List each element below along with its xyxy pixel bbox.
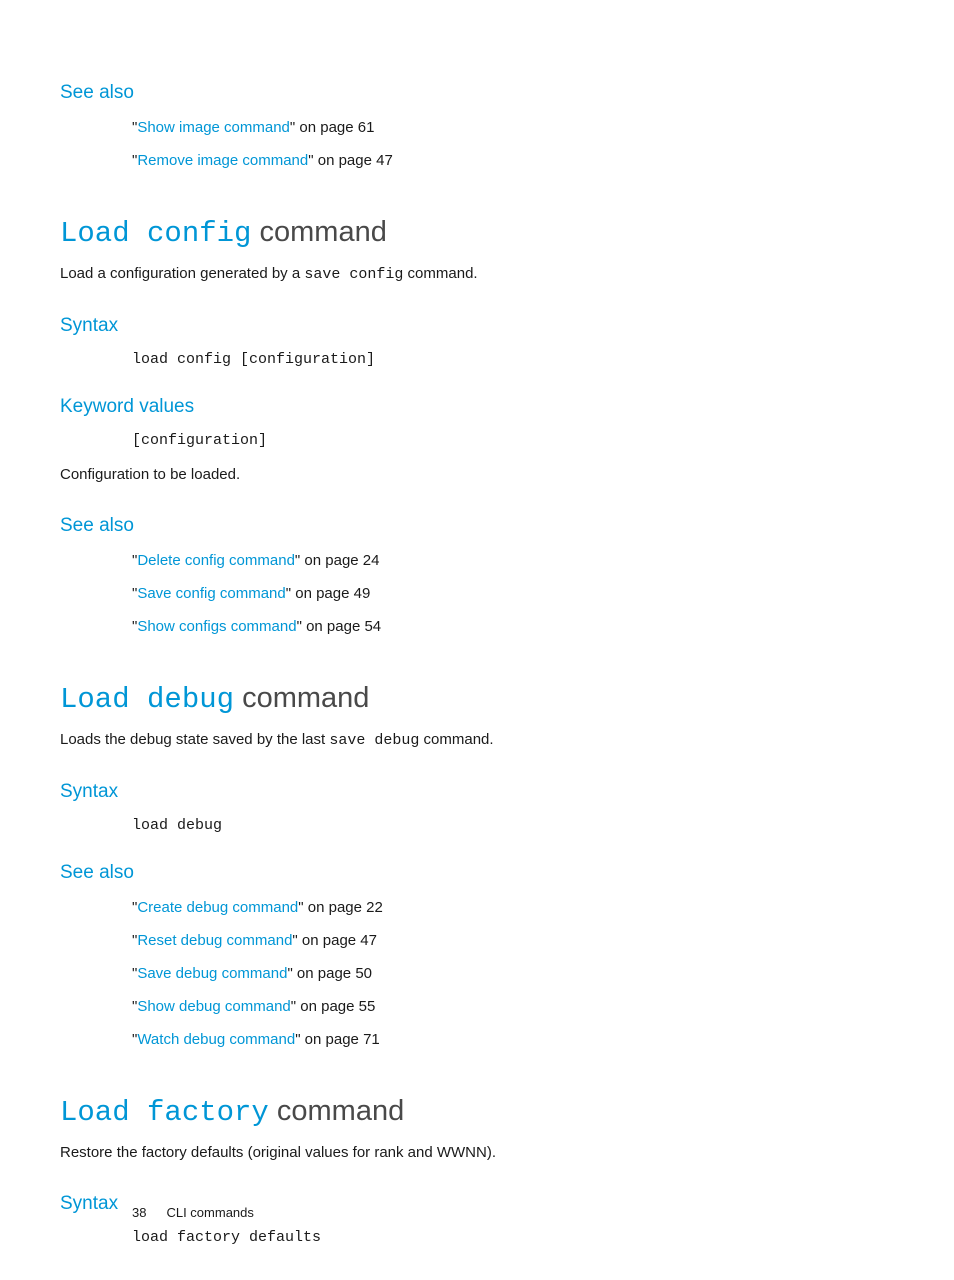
desc-post: command. — [403, 265, 477, 282]
link-show-image[interactable]: Show image command — [137, 119, 290, 136]
link-save-debug[interactable]: Save debug command — [137, 965, 287, 982]
link-create-debug[interactable]: Create debug command — [137, 899, 298, 916]
desc-mono: save config — [304, 266, 403, 283]
heading-mono: Load factory — [60, 1096, 269, 1129]
link-reset-debug[interactable]: Reset debug command — [137, 932, 292, 949]
heading-see-also: See also — [60, 862, 874, 884]
document-page: See also "Show image command" on page 61… — [0, 0, 954, 1280]
link-delete-config[interactable]: Delete config command — [137, 552, 295, 569]
heading-see-also: See also — [60, 515, 874, 537]
heading-syntax: Syntax — [60, 315, 874, 337]
link-show-configs[interactable]: Show configs command — [137, 618, 296, 635]
heading-syntax: Syntax — [60, 781, 874, 803]
section-description: Loads the debug state saved by the last … — [60, 728, 874, 753]
section-description: Restore the factory defaults (original v… — [60, 1141, 874, 1165]
heading-load-config: Load config command — [60, 216, 874, 250]
heading-load-factory: Load factory command — [60, 1095, 874, 1129]
desc-mono: save debug — [329, 732, 419, 749]
heading-mono: Load debug — [60, 683, 234, 716]
keyword-description: Configuration to be loaded. — [60, 463, 874, 487]
link-save-config[interactable]: Save config command — [137, 585, 285, 602]
xref-item: "Show configs command" on page 54 — [132, 613, 874, 640]
xref-tail: " on page 22 — [298, 899, 383, 916]
footer-section: CLI commands — [166, 1205, 253, 1220]
link-watch-debug[interactable]: Watch debug command — [137, 1031, 295, 1048]
xref-item: "Save config command" on page 49 — [132, 580, 874, 607]
heading-plain: command — [234, 682, 369, 714]
xref-tail: " on page 47 — [292, 932, 377, 949]
page-number: 38 — [132, 1205, 146, 1220]
heading-see-also: See also — [60, 82, 874, 104]
heading-load-debug: Load debug command — [60, 682, 874, 716]
page-footer: 38 CLI commands — [132, 1205, 254, 1220]
code-keyword: [configuration] — [132, 432, 874, 449]
xref-item: "Remove image command" on page 47 — [132, 147, 874, 174]
link-show-debug[interactable]: Show debug command — [137, 998, 290, 1015]
heading-mono: Load config — [60, 217, 251, 250]
code-syntax: load factory defaults — [132, 1229, 874, 1246]
desc-pre: Load a configuration generated by a — [60, 265, 304, 282]
xref-item: "Delete config command" on page 24 — [132, 547, 874, 574]
code-syntax: load debug — [132, 817, 874, 834]
heading-keyword-values: Keyword values — [60, 396, 874, 418]
xref-tail: " on page 24 — [295, 552, 380, 569]
xref-item: "Create debug command" on page 22 — [132, 894, 874, 921]
link-remove-image[interactable]: Remove image command — [137, 152, 308, 169]
code-syntax: load config [configuration] — [132, 351, 874, 368]
desc-pre: Loads the debug state saved by the last — [60, 731, 329, 748]
heading-plain: command — [251, 216, 386, 248]
xref-tail: " on page 55 — [291, 998, 376, 1015]
xref-item: "Save debug command" on page 50 — [132, 960, 874, 987]
xref-item: "Show image command" on page 61 — [132, 114, 874, 141]
heading-plain: command — [269, 1095, 404, 1127]
section-description: Load a configuration generated by a save… — [60, 262, 874, 287]
xref-item: "Watch debug command" on page 71 — [132, 1026, 874, 1053]
xref-tail: " on page 47 — [308, 152, 393, 169]
xref-tail: " on page 49 — [286, 585, 371, 602]
xref-tail: " on page 50 — [287, 965, 372, 982]
xref-item: "Reset debug command" on page 47 — [132, 927, 874, 954]
desc-post: command. — [419, 731, 493, 748]
xref-tail: " on page 71 — [295, 1031, 380, 1048]
xref-tail: " on page 54 — [297, 618, 382, 635]
xref-item: "Show debug command" on page 55 — [132, 993, 874, 1020]
xref-tail: " on page 61 — [290, 119, 375, 136]
